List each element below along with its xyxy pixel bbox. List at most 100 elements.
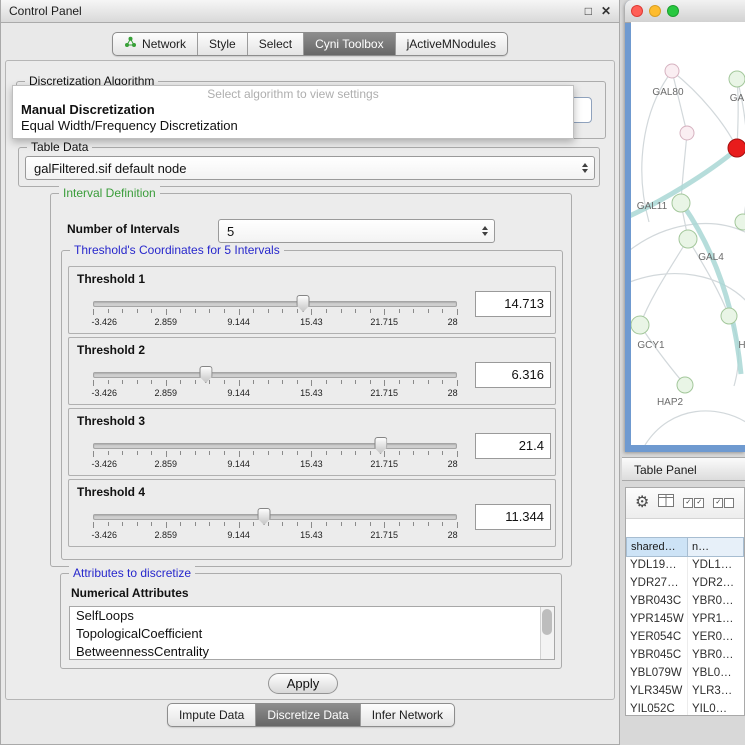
table-row[interactable]: YDL19…YDL1… [626, 557, 744, 575]
numerical-attributes-list[interactable]: SelfLoopsTopologicalCoefficientBetweenne… [69, 606, 555, 660]
network-node-pink[interactable] [680, 126, 694, 140]
attribute-list-item[interactable]: TopologicalCoefficient [70, 625, 554, 643]
network-view-window: GAL80GAGAL11GAL4GCY1HHAP2 [625, 0, 745, 452]
cell-shared-name: YBR045C [626, 647, 688, 665]
close-traffic-light-icon[interactable] [631, 5, 643, 17]
network-edge[interactable] [640, 325, 685, 385]
minimize-traffic-light-icon[interactable] [649, 5, 661, 17]
threshold-1-slider[interactable]: -3.4262.8599.14415.4321.71528 [93, 295, 457, 329]
table-row[interactable]: YIL052CYIL0… [626, 701, 744, 716]
column-header-shared-name[interactable]: shared… [626, 537, 688, 557]
tab-label: Discretize Data [267, 707, 348, 723]
tab-select[interactable]: Select [248, 33, 304, 55]
network-edge[interactable] [672, 71, 687, 133]
network-node-pink[interactable] [665, 64, 679, 78]
threshold-3-panel: Threshold 3 -3.4262.8599.14415.4321.7152… [68, 408, 556, 476]
table-row[interactable]: YBR045CYBR0… [626, 647, 744, 665]
table-data-group: Table Data galFiltered.sif default node [18, 147, 600, 187]
network-window-titlebar[interactable] [625, 0, 745, 23]
cell-shared-name: YBL079W [626, 665, 688, 683]
network-node-green[interactable] [677, 377, 693, 393]
gear-icon[interactable]: ⚙ [635, 495, 649, 511]
network-node-green[interactable] [729, 71, 745, 87]
threshold-2-value-field[interactable]: 6.316 [475, 362, 551, 388]
table-panel-header[interactable]: Table Panel [622, 457, 745, 481]
table-row[interactable]: YBR043CYBR0… [626, 593, 744, 611]
algorithm-dropdown: Select algorithm to view settings Manual… [12, 85, 574, 139]
cell-shared-name: YER054C [626, 629, 688, 647]
tab-infer-network[interactable]: Infer Network [361, 704, 454, 726]
slider-track[interactable] [93, 372, 457, 378]
apply-button[interactable]: Apply [268, 673, 338, 694]
table-row[interactable]: YDR27…YDR2… [626, 575, 744, 593]
network-node-label: GAL4 [698, 252, 724, 263]
threshold-3-value-field[interactable]: 21.4 [475, 433, 551, 459]
algorithm-option-equal-width[interactable]: Equal Width/Frequency Discretization [13, 118, 573, 134]
network-edge[interactable] [681, 133, 687, 203]
control-panel-window: Control Panel □ ✕ Network Style Select C… [0, 0, 620, 745]
node-table: ⚙ ✓✓ ✓ shared… n… YDL19…YDL1…YDR27…YDR2…… [625, 487, 745, 716]
network-edge[interactable] [645, 411, 745, 445]
list-scrollbar-thumb[interactable] [542, 609, 552, 635]
network-node-label: H [738, 340, 745, 351]
network-node-label: GCY1 [637, 340, 665, 351]
network-edge[interactable] [640, 239, 688, 325]
float-window-icon[interactable]: □ [585, 0, 592, 22]
numerical-attributes-label: Numerical Attributes [71, 586, 189, 600]
network-node-red[interactable] [728, 139, 745, 157]
cell-shared-name: YLR345W [626, 683, 688, 701]
tab-style[interactable]: Style [198, 33, 248, 55]
column-header-name[interactable]: n… [688, 537, 744, 557]
table-rows: YDL19…YDL1…YDR27…YDR2…YBR043CYBR0…YPR145… [626, 557, 744, 716]
select-none-icon[interactable]: ✓ [713, 498, 734, 508]
attribute-list-item[interactable]: BetweennessCentrality [70, 643, 554, 660]
zoom-traffic-light-icon[interactable] [667, 5, 679, 17]
tab-cyni-toolbox[interactable]: Cyni Toolbox [304, 33, 395, 55]
network-edge[interactable] [737, 79, 738, 148]
tab-impute-data[interactable]: Impute Data [168, 704, 256, 726]
network-node-green[interactable] [672, 194, 690, 212]
tab-label: Impute Data [179, 707, 244, 723]
network-node-green[interactable] [631, 316, 649, 334]
table-row[interactable]: YLR345WYLR3… [626, 683, 744, 701]
slider-track[interactable] [93, 301, 457, 307]
tab-network[interactable]: Network [113, 33, 198, 55]
slider-track[interactable] [93, 514, 457, 520]
network-node-label: HAP2 [657, 397, 684, 408]
threshold-3-slider[interactable]: -3.4262.8599.14415.4321.71528 [93, 437, 457, 471]
group-title-threshold-coordinates: Threshold's Coordinates for 5 Intervals [70, 243, 284, 257]
network-node-green[interactable] [679, 230, 697, 248]
slider-thumb[interactable] [297, 295, 310, 312]
list-scrollbar[interactable] [540, 607, 554, 659]
network-node-green[interactable] [721, 308, 737, 324]
tab-discretize-data[interactable]: Discretize Data [256, 704, 360, 726]
slider-track[interactable] [93, 443, 457, 449]
threshold-2-slider[interactable]: -3.4262.8599.14415.4321.71528 [93, 366, 457, 400]
select-all-icon[interactable]: ✓✓ [683, 498, 704, 508]
cell-name: YDL1… [688, 557, 744, 575]
network-node-label: GA [730, 93, 745, 104]
table-header-row: shared… n… [626, 537, 744, 557]
threshold-1-value-field[interactable]: 14.713 [475, 291, 551, 317]
threshold-4-value-field[interactable]: 11.344 [475, 504, 551, 530]
algorithm-option-manual[interactable]: Manual Discretization [13, 102, 573, 118]
group-title-interval-definition: Interval Definition [59, 186, 160, 200]
num-intervals-value: 5 [227, 224, 234, 239]
close-window-icon[interactable]: ✕ [601, 0, 611, 22]
threshold-coordinates-group: Threshold's Coordinates for 5 Intervals … [61, 250, 563, 560]
cell-name: YLR3… [688, 683, 744, 701]
tab-jactivemodules[interactable]: jActiveMNodules [396, 33, 507, 55]
threshold-4-slider[interactable]: -3.4262.8599.14415.4321.71528 [93, 508, 457, 542]
num-intervals-combobox[interactable]: 5 [218, 219, 495, 243]
table-row[interactable]: YER054CYER0… [626, 629, 744, 647]
group-title-table-data: Table Data [27, 140, 92, 154]
network-canvas[interactable]: GAL80GAGAL11GAL4GCY1HHAP2 [631, 22, 745, 445]
network-node-green[interactable] [735, 214, 745, 230]
cell-shared-name: YDR27… [626, 575, 688, 593]
table-data-combobox[interactable]: galFiltered.sif default node [25, 156, 595, 180]
columns-icon[interactable] [658, 494, 674, 512]
attribute-list-item[interactable]: SelfLoops [70, 607, 554, 625]
table-row[interactable]: YBL079WYBL0… [626, 665, 744, 683]
control-panel-titlebar[interactable]: Control Panel □ ✕ [1, 0, 619, 23]
table-row[interactable]: YPR145WYPR1… [626, 611, 744, 629]
